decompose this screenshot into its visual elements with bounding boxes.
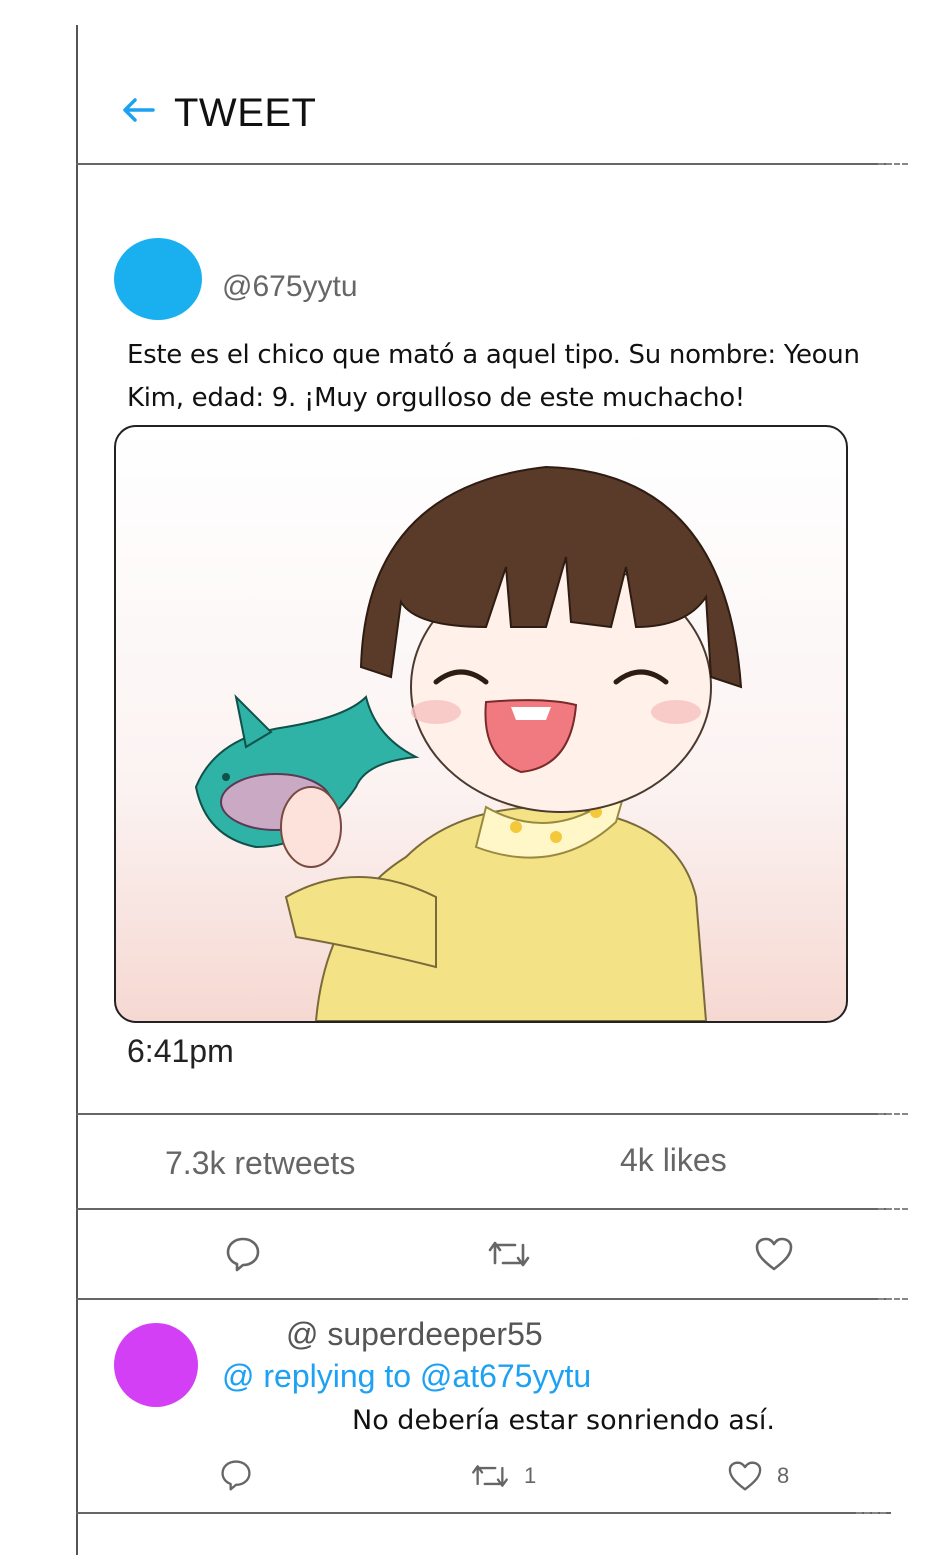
divider-dash: [856, 1512, 886, 1514]
divider: [76, 1298, 891, 1300]
arrow-left-icon[interactable]: [120, 95, 160, 131]
tweet-handle[interactable]: @675yytu: [222, 270, 358, 304]
retweet-button[interactable]: [487, 1237, 531, 1271]
reply-comment-button[interactable]: [219, 1458, 253, 1492]
reply-retweet-button[interactable]: 1: [470, 1461, 536, 1491]
retweet-icon: [472, 1465, 508, 1487]
divider-dash: [878, 1113, 908, 1115]
illustration-child-with-toy: [194, 465, 743, 1021]
divider-dash: [878, 163, 908, 165]
divider-dash: [878, 1298, 908, 1300]
comment-icon: [221, 1460, 251, 1491]
heart-icon: [728, 1461, 762, 1491]
replying-to-link[interactable]: @ replying to @at675yytu: [222, 1358, 591, 1395]
likes-count[interactable]: 4k likes: [620, 1142, 727, 1179]
reply-button[interactable]: [224, 1235, 262, 1273]
reply-retweet-count: 1: [524, 1463, 537, 1488]
divider-dash: [878, 1208, 908, 1210]
retweets-count[interactable]: 7.3k retweets: [165, 1145, 355, 1182]
tweet-image[interactable]: [114, 425, 848, 1023]
page-title: TWEET: [174, 90, 317, 135]
reply-avatar[interactable]: [114, 1323, 198, 1407]
avatar[interactable]: [114, 238, 202, 320]
divider: [76, 1113, 891, 1115]
reply-handle[interactable]: @ superdeeper55: [286, 1316, 543, 1353]
reply-like-count: 8: [777, 1463, 790, 1488]
heart-icon: [755, 1237, 793, 1271]
tweet-text: Este es el chico que mató a aquel tipo. …: [127, 340, 860, 413]
comment-icon: [226, 1237, 260, 1272]
tweet-header: TWEET: [120, 88, 316, 138]
tweet-timestamp: 6:41pm: [127, 1033, 234, 1069]
header-divider: [76, 163, 891, 165]
left-border-line: [76, 25, 78, 1555]
like-button[interactable]: [754, 1236, 794, 1272]
reply-text: No debería estar sonriendo así.: [352, 1405, 775, 1436]
reply-like-button[interactable]: 8: [727, 1460, 789, 1492]
divider: [76, 1512, 891, 1514]
retweet-icon: [488, 1241, 530, 1267]
divider: [76, 1208, 891, 1210]
